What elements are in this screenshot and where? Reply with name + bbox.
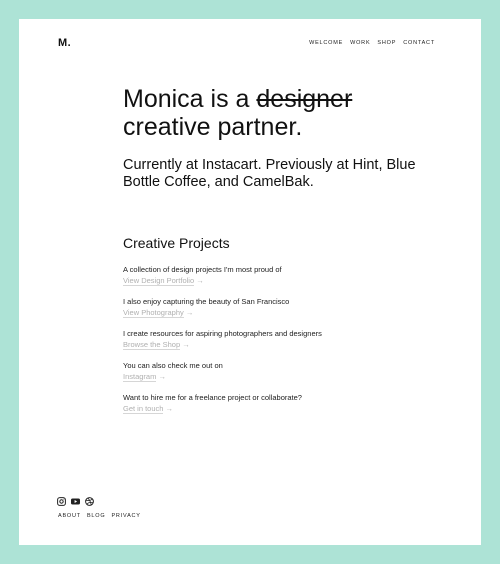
view-design-portfolio-link[interactable]: View Design Portfolio → xyxy=(123,275,423,286)
top-nav: WELCOME WORK SHOP CONTACT xyxy=(309,40,435,46)
arrow-right-icon: → xyxy=(185,308,194,317)
project-item: A collection of design projects I'm most… xyxy=(123,264,423,286)
hero-section: Monica is a designer creative partner. C… xyxy=(123,85,423,191)
nav-contact[interactable]: CONTACT xyxy=(403,40,435,46)
link-text[interactable]: Browse the Shop xyxy=(123,340,181,350)
hero-headline: Monica is a designer creative partner. xyxy=(123,85,423,141)
dribbble-icon[interactable] xyxy=(85,493,94,506)
site-logo[interactable]: M. xyxy=(58,37,71,49)
project-description: You can also check me out on xyxy=(123,361,223,370)
footer-about[interactable]: ABOUT xyxy=(58,513,81,519)
nav-work[interactable]: WORK xyxy=(350,40,370,46)
nav-shop[interactable]: SHOP xyxy=(377,40,396,46)
arrow-right-icon: → xyxy=(158,372,166,381)
headline-strikethrough: designer xyxy=(256,85,353,113)
headline-prefix: Monica is a xyxy=(123,85,257,113)
arrow-right-icon: → xyxy=(182,340,190,349)
hero-subtitle: Currently at Instacart. Previously at Hi… xyxy=(123,157,416,190)
project-description: Want to hire me for a freelance project … xyxy=(123,393,302,402)
footer-blog[interactable]: BLOG xyxy=(87,513,105,519)
project-item: I create resources for aspiring photogra… xyxy=(123,328,423,350)
nav-welcome[interactable]: WELCOME xyxy=(309,40,343,46)
view-photography-link[interactable]: View Photography → xyxy=(123,307,423,318)
creative-projects-section: Creative Projects A collection of design… xyxy=(123,235,423,424)
headline-line2: creative partner. xyxy=(123,113,303,141)
projects-heading: Creative Projects xyxy=(123,235,230,251)
project-item: I also enjoy capturing the beauty of San… xyxy=(123,296,423,318)
instagram-link[interactable]: Instagram → xyxy=(123,371,423,382)
footer-nav: ABOUT BLOG PRIVACY xyxy=(58,513,141,519)
get-in-touch-link[interactable]: Get in touch → xyxy=(123,403,423,414)
project-item: Want to hire me for a freelance project … xyxy=(123,392,423,414)
arrow-right-icon: → xyxy=(165,404,174,413)
project-item: You can also check me out on Instagram → xyxy=(123,360,423,382)
browse-shop-link[interactable]: Browse the Shop → xyxy=(123,339,423,350)
link-text[interactable]: View Design Portfolio xyxy=(123,276,195,286)
page-card: M. WELCOME WORK SHOP CONTACT Monica is a… xyxy=(19,19,481,545)
youtube-icon[interactable] xyxy=(71,493,80,505)
instagram-icon[interactable] xyxy=(57,493,66,506)
footer-privacy[interactable]: PRIVACY xyxy=(111,513,140,519)
project-description: I also enjoy capturing the beauty of San… xyxy=(123,297,290,306)
arrow-right-icon: → xyxy=(196,276,204,285)
link-text[interactable]: Get in touch xyxy=(123,404,164,414)
link-text[interactable]: Instagram xyxy=(123,372,157,382)
project-description: A collection of design projects I'm most… xyxy=(123,265,282,274)
social-links xyxy=(57,493,94,506)
link-text[interactable]: View Photography xyxy=(123,308,184,318)
project-description: I create resources for aspiring photogra… xyxy=(123,329,322,338)
